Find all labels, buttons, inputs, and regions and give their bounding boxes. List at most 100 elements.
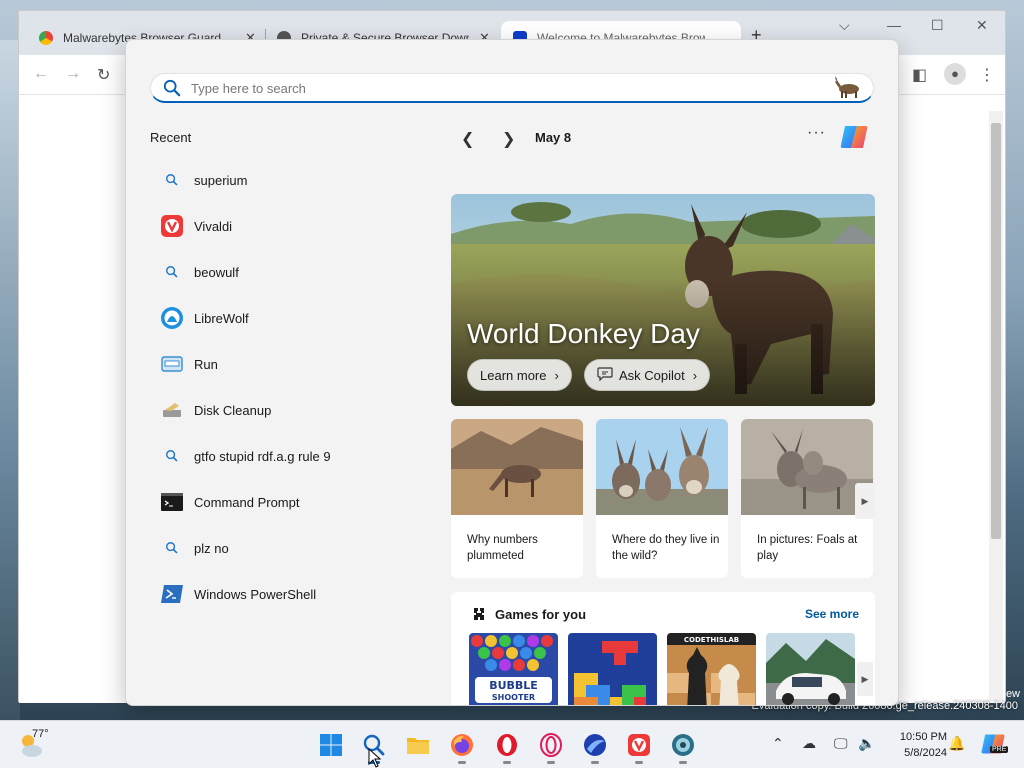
mouse-cursor-icon	[368, 748, 382, 768]
copilot-icon[interactable]	[839, 122, 869, 152]
running-indicator	[547, 761, 555, 764]
card-three-donkeys-image	[596, 419, 728, 515]
run-icon	[160, 352, 184, 376]
start-button[interactable]	[318, 732, 344, 758]
recent-item-superium[interactable]: superium	[150, 157, 420, 203]
chess-image: CODETHISLAB	[667, 633, 756, 705]
search-input[interactable]	[191, 78, 811, 98]
card-foals-image	[741, 419, 873, 515]
search-icon	[163, 79, 181, 97]
running-indicator	[503, 761, 511, 764]
taskbar-firefox[interactable]	[449, 732, 475, 764]
vivaldi-icon	[160, 214, 184, 238]
ask-copilot-button[interactable]: Ask Copilot ›	[584, 359, 711, 391]
maximize-button[interactable]: ☐	[931, 17, 944, 34]
powershell-icon	[160, 582, 184, 606]
recent-item-librewolf[interactable]: LibreWolf	[150, 295, 420, 341]
command-prompt-icon	[160, 490, 184, 514]
taskbar-vivaldi[interactable]	[626, 732, 652, 764]
minimize-button[interactable]: —	[887, 17, 901, 33]
recent-item-beowulf[interactable]: beowulf	[150, 249, 420, 295]
recent-item-label: gtfo stupid rdf.a.g rule 9	[194, 448, 331, 464]
recent-list: superium Vivaldi beowulf LibreWolf Run D…	[150, 157, 420, 617]
learn-more-button[interactable]: Learn more ›	[467, 359, 572, 391]
search-icon	[160, 260, 184, 284]
chevron-right-icon: ›	[692, 367, 698, 383]
recent-item-plz-no[interactable]: plz no	[150, 525, 420, 571]
recent-item-command-prompt[interactable]: Command Prompt	[150, 479, 420, 525]
volume-icon[interactable]: 🔈	[858, 735, 875, 752]
bubble-shooter-logo-text: BUBBLE	[489, 679, 538, 692]
donkey-highlight-icon	[835, 76, 859, 98]
menu-dots-icon[interactable]: ⋮	[979, 65, 995, 85]
chat-bubble-icon	[597, 366, 613, 384]
back-arrow-icon[interactable]: ←	[33, 65, 49, 83]
windows-logo-icon	[320, 734, 342, 756]
recent-item-label: Disk Cleanup	[194, 402, 272, 418]
bubble-shooter-image: BUBBLE SHOOTER	[469, 633, 558, 705]
game-tile-bubble-shooter[interactable]: BUBBLE SHOOTER	[469, 633, 558, 705]
codethislab-logo-text: CODETHISLAB	[684, 636, 739, 644]
taskbar-opera[interactable]	[494, 732, 520, 764]
ask-copilot-label: Ask Copilot	[619, 367, 685, 383]
copilot-taskbar-button[interactable]: PRE	[980, 731, 1009, 757]
recent-item-label: Command Prompt	[194, 494, 300, 510]
page-scrollbar[interactable]	[989, 111, 1003, 701]
forward-arrow-icon[interactable]: →	[65, 65, 81, 83]
search-icon	[160, 536, 184, 560]
next-day-button[interactable]: ❯	[502, 129, 515, 149]
chevron-right-icon: ›	[554, 367, 559, 383]
display-icon[interactable]: 🖵	[834, 735, 848, 752]
taskbar-file-explorer[interactable]	[405, 732, 431, 758]
games-next-arrow[interactable]: ▶	[857, 662, 873, 696]
recent-item-disk-cleanup[interactable]: Disk Cleanup	[150, 387, 420, 433]
more-options-button[interactable]: ···	[807, 124, 826, 142]
clock-date: 5/8/2024	[904, 747, 947, 759]
onedrive-icon[interactable]: ☁	[802, 735, 816, 752]
recent-item-label: Run	[194, 356, 218, 372]
reload-icon[interactable]: ↻	[97, 65, 110, 85]
recent-item-run[interactable]: Run	[150, 341, 420, 387]
recent-item-powershell[interactable]: Windows PowerShell	[150, 571, 420, 617]
weather-temperature[interactable]: 77°	[32, 728, 49, 740]
profile-icon[interactable]: ●	[944, 63, 966, 85]
game-tile-blocks[interactable]	[568, 633, 657, 705]
bubble-shooter-logo-subtext: SHOOTER	[492, 693, 535, 702]
block-puzzle-image	[568, 633, 657, 705]
sidebar-icon[interactable]: ◧	[912, 65, 927, 85]
news-card-2[interactable]: Where do they live in the wild?	[596, 419, 728, 578]
game-tile-chess[interactable]: CODETHISLAB	[667, 633, 756, 705]
librewolf-icon	[160, 306, 184, 330]
previous-day-button[interactable]: ❮	[461, 129, 474, 149]
game-tile-racing[interactable]	[766, 633, 855, 705]
taskbar-floorp[interactable]	[582, 732, 608, 764]
opera-gx-icon	[540, 733, 562, 757]
disk-cleanup-icon	[160, 398, 184, 422]
highlight-date: May 8	[535, 130, 572, 145]
taskbar-opera-gx[interactable]	[538, 732, 564, 764]
news-card-3[interactable]: In pictures: Foals at play	[741, 419, 873, 578]
recent-item-label: LibreWolf	[194, 310, 249, 326]
cards-next-arrow[interactable]: ▶	[855, 483, 875, 519]
news-card-1[interactable]: Why numbers plummeted	[451, 419, 583, 578]
chrome-store-icon	[39, 31, 53, 45]
close-window-button[interactable]: ✕	[976, 17, 988, 34]
chevron-down-icon[interactable]: ⌵	[839, 17, 850, 34]
desktop-left-strip	[0, 40, 20, 720]
see-more-link[interactable]: See more	[805, 607, 859, 621]
notification-bell-icon[interactable]: 🔔	[948, 735, 965, 752]
recent-item-gtfo[interactable]: gtfo stupid rdf.a.g rule 9	[150, 433, 420, 479]
games-section: Games for you See more BUBBLE SHOOTER CO…	[451, 592, 875, 705]
scrollbar-thumb[interactable]	[991, 123, 1001, 539]
recent-item-label: Windows PowerShell	[194, 586, 317, 602]
show-hidden-icons-button[interactable]: ⌃	[772, 735, 784, 752]
system-clock[interactable]: 10:50 PM 5/8/2024	[887, 729, 947, 761]
recent-item-vivaldi[interactable]: Vivaldi	[150, 203, 420, 249]
taskbar-waterfox[interactable]	[670, 732, 696, 764]
preview-badge: PRE	[990, 746, 1009, 753]
search-box[interactable]	[150, 73, 874, 103]
waterfox-icon	[672, 734, 694, 756]
search-panel: Recent superium Vivaldi beowulf LibreWol…	[125, 39, 899, 706]
recent-title: Recent	[150, 130, 192, 145]
hero-card[interactable]: World Donkey Day Learn more › Ask Copilo…	[451, 194, 875, 406]
